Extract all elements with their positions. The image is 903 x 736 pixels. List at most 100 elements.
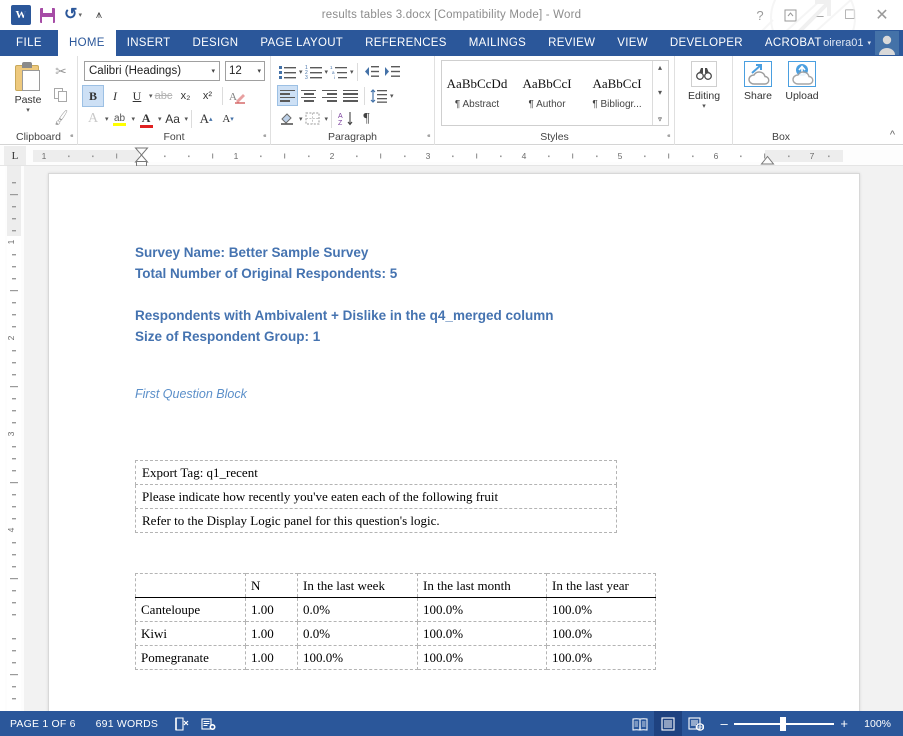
word-app-icon[interactable]: W (8, 4, 34, 26)
table-row[interactable]: Kiwi 1.00 0.0% 100.0% 100.0% (135, 621, 656, 646)
close-button[interactable]: ✕ (865, 1, 899, 29)
zoom-slider-thumb[interactable] (780, 717, 787, 731)
show-formatting-marks-button[interactable]: ¶ (356, 108, 377, 129)
borders-button[interactable] (303, 108, 324, 129)
right-indent-marker[interactable] (760, 155, 775, 166)
table-row[interactable]: Export Tag: q1_recent (135, 460, 617, 485)
ruler-track[interactable]: 1 1 2 3 4 5 6 7 (33, 150, 843, 162)
box-upload-button[interactable]: Upload (781, 61, 823, 102)
chevron-down-icon[interactable]: ▾ (211, 67, 215, 75)
decrease-indent-button[interactable] (361, 61, 382, 82)
chevron-down-icon[interactable]: ▾ (26, 106, 30, 114)
line-spacing-button[interactable] (368, 85, 389, 106)
font-color-button[interactable]: A (135, 108, 157, 130)
tab-view[interactable]: VIEW (606, 30, 659, 56)
collapse-ribbon-button[interactable]: ^ (890, 129, 895, 141)
highlight-button[interactable]: ab (109, 108, 131, 130)
chevron-down-icon[interactable]: ▾ (257, 67, 261, 75)
tab-file[interactable]: FILE (0, 30, 58, 56)
zoom-out-button[interactable]: – (716, 716, 732, 731)
styles-more-button[interactable]: ⩔ (658, 113, 663, 124)
cut-button[interactable]: ✂ (50, 61, 72, 82)
numbering-button[interactable]: 123 (303, 61, 324, 82)
strikethrough-button[interactable]: abc (153, 85, 175, 107)
first-line-indent-marker[interactable] (133, 146, 150, 166)
view-print-layout-button[interactable] (654, 711, 683, 736)
macro-recording-button[interactable] (195, 717, 222, 731)
tab-insert[interactable]: INSERT (116, 30, 182, 56)
page-indicator[interactable]: PAGE 1 OF 6 (0, 718, 86, 730)
table-row[interactable]: Canteloupe 1.00 0.0% 100.0% 100.0% (135, 597, 656, 622)
tab-references[interactable]: REFERENCES (354, 30, 458, 56)
format-painter-button[interactable]: 🖌 (50, 107, 72, 128)
question-info-table[interactable]: Export Tag: q1_recent Please indicate ho… (135, 460, 617, 533)
multilevel-list-button[interactable]: 1ai (328, 61, 349, 82)
style-item-bibliography[interactable]: AaBbCcI ¶ Bibliogr... (582, 61, 652, 125)
document-page[interactable]: Survey Name: Better Sample Survey Total … (48, 173, 860, 711)
maximize-button[interactable]: ☐ (835, 1, 865, 29)
styles-scroll-down-button[interactable]: ▾ (658, 87, 662, 98)
align-left-button[interactable] (277, 85, 298, 106)
table-row[interactable]: Please indicate how recently you've eate… (135, 484, 617, 509)
chevron-down-icon[interactable]: ▾ (702, 102, 706, 110)
chevron-down-icon[interactable]: ▾ (325, 115, 329, 123)
view-web-layout-button[interactable] (682, 711, 710, 736)
editing-button[interactable]: Editing ▾ (684, 61, 724, 110)
chevron-down-icon[interactable]: ▾ (867, 39, 871, 47)
zoom-slider[interactable] (732, 711, 836, 736)
shrink-font-button[interactable]: A ▾ (217, 108, 239, 130)
zoom-in-button[interactable]: + (836, 716, 852, 731)
font-size-input[interactable]: 12 ▾ (225, 61, 265, 81)
table-row[interactable]: Pomegranate 1.00 100.0% 100.0% 100.0% (135, 645, 656, 670)
justify-button[interactable] (340, 85, 361, 106)
document-canvas[interactable]: Survey Name: Better Sample Survey Total … (24, 166, 903, 711)
clear-formatting-button[interactable]: A (226, 85, 248, 107)
paste-button[interactable]: Paste ▾ (6, 60, 50, 132)
style-item-author[interactable]: AaBbCcI ¶ Author (512, 61, 582, 125)
avatar[interactable] (875, 31, 899, 55)
align-center-button[interactable] (298, 85, 319, 106)
customize-quick-access-button[interactable]: ⩚ (86, 4, 112, 26)
box-share-button[interactable]: Share (737, 61, 779, 102)
undo-button[interactable]: ↺ ▾ (60, 4, 86, 26)
chevron-down-icon[interactable]: ▾ (350, 68, 354, 76)
minimize-button[interactable]: – (805, 1, 835, 29)
chevron-down-icon[interactable]: ▾ (185, 115, 189, 123)
align-right-button[interactable] (319, 85, 340, 106)
bold-button[interactable]: B (82, 85, 104, 107)
help-button[interactable]: ? (745, 1, 775, 29)
ribbon-display-options-button[interactable] (775, 1, 805, 29)
proofing-status-button[interactable] (168, 716, 195, 731)
results-table[interactable]: N In the last week In the last month In … (135, 573, 656, 670)
styles-scroll-up-button[interactable]: ▴ (658, 62, 662, 73)
copy-button[interactable] (50, 84, 72, 105)
underline-button[interactable]: U (126, 85, 148, 107)
view-read-mode-button[interactable] (626, 711, 654, 736)
clipboard-dialog-launcher[interactable]: ⁌ (70, 131, 75, 142)
tab-home[interactable]: HOME (58, 30, 116, 56)
tab-developer[interactable]: DEVELOPER (659, 30, 754, 56)
bullets-button[interactable] (277, 61, 298, 82)
increase-indent-button[interactable] (382, 61, 403, 82)
text-effects-button[interactable]: A (82, 108, 104, 130)
change-case-button[interactable]: Aa (162, 108, 184, 130)
zoom-level-label[interactable]: 100% (858, 718, 903, 730)
page-content[interactable]: Survey Name: Better Sample Survey Total … (135, 242, 795, 670)
save-button[interactable] (34, 4, 60, 26)
tab-stop-selector[interactable]: L (4, 146, 26, 165)
font-dialog-launcher[interactable]: ⁌ (263, 131, 268, 142)
tab-acrobat[interactable]: ACROBAT (754, 30, 833, 56)
account-name[interactable]: oirera01 (823, 37, 863, 49)
shading-button[interactable] (277, 108, 298, 129)
sort-button[interactable]: A Z (335, 108, 356, 129)
horizontal-ruler[interactable]: L 1 1 2 3 4 5 6 7 (0, 146, 903, 166)
italic-button[interactable]: I (104, 85, 126, 107)
chevron-down-icon[interactable]: ▾ (390, 92, 394, 100)
grow-font-button[interactable]: A ▴ (195, 108, 217, 130)
font-name-input[interactable]: Calibri (Headings) ▾ (84, 61, 220, 81)
table-row[interactable]: Refer to the Display Logic panel for thi… (135, 508, 617, 533)
superscript-button[interactable]: x² (197, 85, 219, 107)
tab-design[interactable]: DESIGN (181, 30, 249, 56)
styles-dialog-launcher[interactable]: ⁌ (667, 131, 672, 142)
paragraph-dialog-launcher[interactable]: ⁌ (427, 131, 432, 142)
